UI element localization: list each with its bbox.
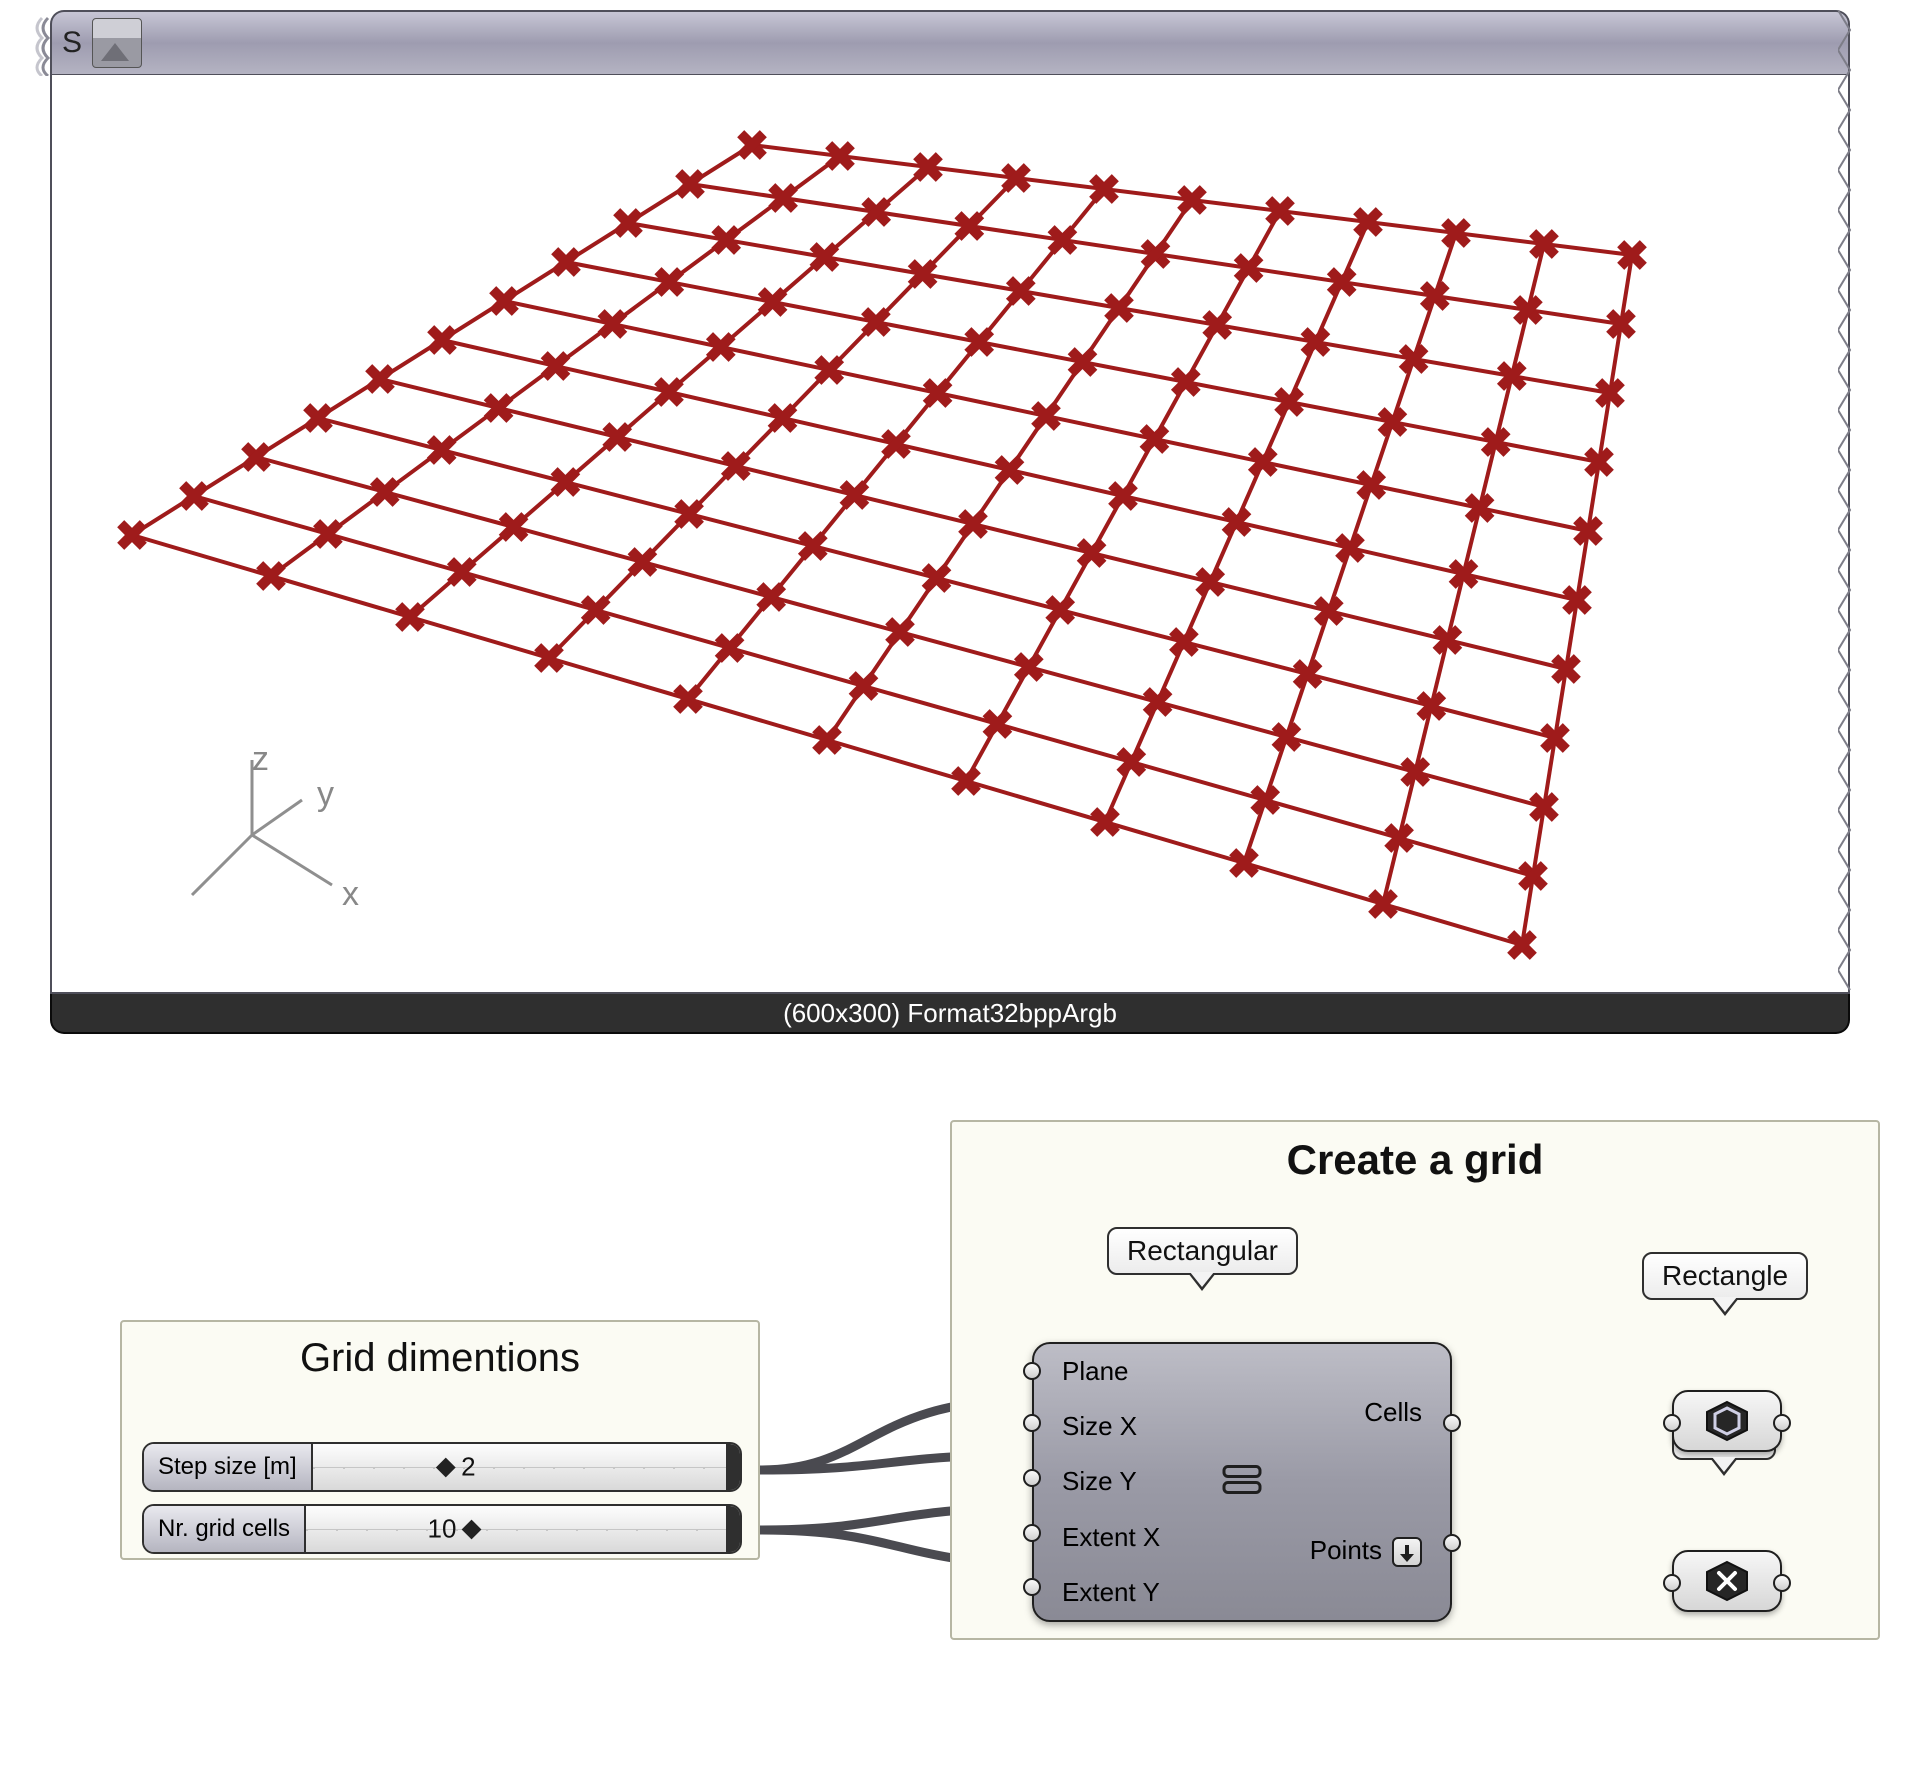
rectangle-param[interactable] bbox=[1672, 1390, 1782, 1452]
grid-cells-label: Nr. grid cells bbox=[144, 1506, 306, 1552]
input-grip[interactable] bbox=[1023, 1578, 1041, 1596]
input-grip[interactable] bbox=[1663, 1414, 1681, 1432]
output-points: Points bbox=[1310, 1535, 1422, 1567]
input-size-x: Size X bbox=[1062, 1411, 1160, 1442]
image-viewer-panel: S bbox=[50, 10, 1850, 1034]
slider-output-grip[interactable] bbox=[726, 1506, 740, 1552]
rectangle-hex-icon bbox=[1703, 1400, 1751, 1442]
grid-cells-value: 10 bbox=[428, 1514, 457, 1545]
create-grid-group: Create a grid Rectangular Rectangle Poin… bbox=[950, 1120, 1880, 1640]
step-size-value: 2 bbox=[461, 1452, 475, 1483]
image-viewer-titlebar[interactable]: S bbox=[50, 10, 1850, 74]
image-viewer-canvas[interactable]: z y x bbox=[50, 74, 1850, 994]
create-grid-title: Create a grid bbox=[952, 1122, 1878, 1184]
component-outputs: Cells Points bbox=[1310, 1344, 1422, 1620]
rectangular-label-bubble: Rectangular bbox=[1107, 1227, 1298, 1275]
input-size-y: Size Y bbox=[1062, 1466, 1160, 1497]
slider-thumb-icon[interactable] bbox=[462, 1519, 482, 1539]
zigzag-edge-icon bbox=[1838, 10, 1852, 995]
rectangular-grid-icon bbox=[1220, 1463, 1264, 1502]
flatten-output-icon[interactable] bbox=[1392, 1537, 1422, 1567]
output-grip[interactable] bbox=[1773, 1574, 1791, 1592]
grid-cells-slider[interactable]: Nr. grid cells 10 bbox=[142, 1504, 742, 1554]
input-grip[interactable] bbox=[1023, 1524, 1041, 1542]
input-plane: Plane bbox=[1062, 1356, 1160, 1387]
axis-z-label: z bbox=[252, 740, 269, 779]
input-grip[interactable] bbox=[1023, 1469, 1041, 1487]
component-inputs: Plane Size X Size Y Extent X Extent Y bbox=[1062, 1344, 1160, 1620]
input-grip[interactable] bbox=[1663, 1574, 1681, 1592]
slider-thumb-icon[interactable] bbox=[436, 1457, 456, 1477]
output-grip[interactable] bbox=[1443, 1414, 1461, 1432]
viewer-tab-letter: S bbox=[62, 26, 82, 60]
ripple-icon bbox=[32, 12, 52, 76]
input-grip[interactable] bbox=[1023, 1414, 1041, 1432]
input-grip[interactable] bbox=[1023, 1362, 1041, 1380]
step-size-slider[interactable]: Step size [m] 2 bbox=[142, 1442, 742, 1492]
rectangle-label-bubble: Rectangle bbox=[1642, 1252, 1808, 1300]
point-param[interactable] bbox=[1672, 1550, 1782, 1612]
axis-y-label: y bbox=[317, 775, 334, 814]
rectangular-grid-component[interactable]: Plane Size X Size Y Extent X Extent Y Ce… bbox=[1032, 1342, 1452, 1622]
image-viewer-footer-text: (600x300) Format32bppArgb bbox=[783, 998, 1117, 1029]
input-extent-y: Extent Y bbox=[1062, 1577, 1160, 1608]
input-extent-x: Extent X bbox=[1062, 1522, 1160, 1553]
output-cells: Cells bbox=[1310, 1397, 1422, 1428]
grid-dimensions-title: Grid dimentions bbox=[122, 1322, 758, 1381]
output-grip[interactable] bbox=[1443, 1534, 1461, 1552]
step-size-label: Step size [m] bbox=[144, 1444, 313, 1490]
output-grip[interactable] bbox=[1773, 1414, 1791, 1432]
image-viewer-footer: (600x300) Format32bppArgb bbox=[50, 994, 1850, 1034]
grid-dimensions-group: Grid dimentions Step size [m] 2 Nr. grid… bbox=[120, 1320, 760, 1560]
slider-output-grip[interactable] bbox=[726, 1444, 740, 1490]
point-hex-icon bbox=[1703, 1560, 1751, 1602]
axis-x-label: x bbox=[342, 875, 359, 914]
image-thumbnail-icon[interactable] bbox=[92, 18, 142, 68]
